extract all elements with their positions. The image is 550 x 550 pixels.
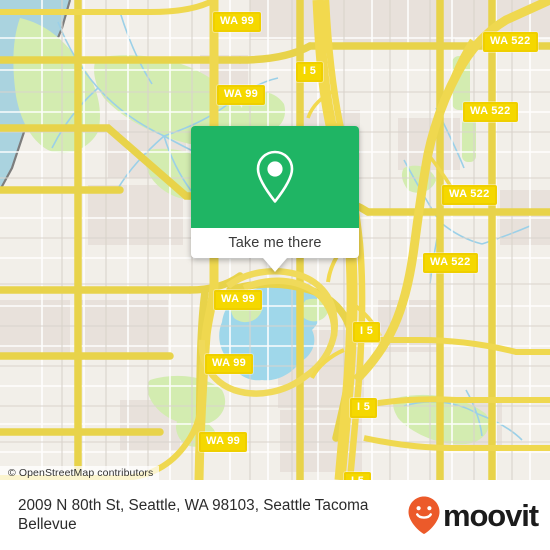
callout-pointer (263, 258, 287, 272)
moovit-wordmark: moovit (442, 497, 539, 533)
location-callout-card[interactable]: Take me there (191, 126, 359, 272)
map-pin-icon (256, 150, 294, 203)
route-shield: I 5 (353, 322, 381, 342)
route-shield: WA 522 (442, 185, 497, 205)
route-shield: WA 522 (463, 102, 518, 122)
address-line-1: 2009 N 80th St, Seattle, WA 98103, Seatt… (18, 497, 369, 514)
address-line-2: Bellevue (18, 516, 77, 533)
route-shield: WA 99 (199, 432, 248, 452)
route-shield: I 5 (296, 62, 324, 82)
route-shield: I 5 (344, 472, 372, 480)
address-text: 2009 N 80th St, Seattle, WA 98103, Seatt… (18, 496, 407, 534)
route-shield: WA 99 (213, 12, 262, 32)
footer-bar: 2009 N 80th St, Seattle, WA 98103, Seatt… (0, 480, 550, 550)
moovit-pin-smile-icon (408, 496, 440, 534)
route-shield: WA 99 (217, 85, 266, 105)
osm-attribution: © OpenStreetMap contributors (0, 466, 160, 480)
take-me-there-button[interactable]: Take me there (191, 228, 359, 258)
take-me-there-label: Take me there (228, 235, 322, 251)
moovit-logo[interactable]: moovit (407, 495, 539, 535)
route-shield: WA 522 (483, 32, 538, 52)
route-shield: WA 522 (423, 253, 478, 273)
route-shield: I 5 (350, 398, 378, 418)
route-shield: WA 99 (214, 290, 263, 310)
route-shield: WA 99 (205, 354, 254, 374)
callout-pin-panel (191, 126, 359, 228)
screenshot-root: WA 99 I 5 WA 522 WA 99 WA 522 WA 522 WA 522 WA … (0, 0, 550, 550)
